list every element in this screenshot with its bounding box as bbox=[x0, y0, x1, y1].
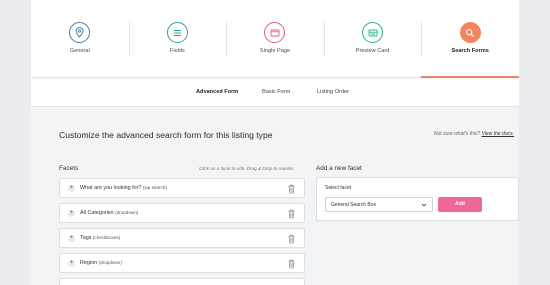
expand-icon[interactable]: + bbox=[68, 235, 75, 242]
facet-item[interactable]: + Tags (checkboxes) bbox=[59, 228, 305, 248]
step-label: Fields bbox=[169, 48, 185, 54]
facet-label: Tags (checkboxes) bbox=[80, 235, 121, 241]
form-tabs: Advanced Form Basic Form Listing Order bbox=[31, 79, 519, 107]
expand-icon[interactable]: + bbox=[68, 260, 75, 267]
facet-label: Region (dropdown) bbox=[80, 260, 122, 266]
card-icon bbox=[362, 22, 384, 43]
view-docs-link[interactable]: View the docs. bbox=[482, 131, 514, 137]
docs-note: Not sure what's this? View the docs. bbox=[434, 131, 514, 137]
tab-basic-form[interactable]: Basic Form bbox=[262, 89, 290, 95]
facet-select[interactable]: General Search Box bbox=[325, 197, 433, 212]
step-label: Preview Card bbox=[355, 48, 390, 54]
add-facet-button[interactable]: Add bbox=[438, 197, 482, 212]
tab-listing-order[interactable]: Listing Order bbox=[317, 89, 349, 95]
expand-icon[interactable]: + bbox=[68, 210, 75, 217]
trash-icon[interactable] bbox=[287, 259, 296, 269]
list-icon bbox=[166, 22, 188, 43]
trash-icon[interactable] bbox=[287, 234, 296, 244]
facet-item[interactable]: + All Categories (dropdown) bbox=[59, 203, 305, 223]
add-facet-panel: Select facet General Search Box Add bbox=[316, 177, 519, 221]
chevron-down-icon bbox=[421, 203, 427, 207]
facet-item[interactable]: + Region (dropdown) bbox=[59, 253, 305, 273]
docs-note-text: Not sure what's this? bbox=[433, 131, 481, 137]
facet-select-value: General Search Box bbox=[331, 202, 377, 208]
browser-window-icon bbox=[264, 22, 286, 43]
step-search-forms[interactable]: Search Forms bbox=[421, 0, 519, 78]
page-title: Customize the advanced search form for t… bbox=[59, 130, 273, 140]
expand-icon[interactable]: + bbox=[68, 185, 75, 192]
step-general[interactable]: General bbox=[31, 0, 129, 78]
facet-item[interactable]: + What are you looking for? (wp search) bbox=[59, 178, 305, 198]
select-facet-label: Select facet bbox=[325, 185, 352, 191]
steps-nav: General Fields Single Page Preview Card bbox=[31, 0, 519, 78]
facet-item[interactable] bbox=[59, 278, 305, 285]
step-single-page[interactable]: Single Page bbox=[226, 0, 324, 78]
facet-label: All Categories (dropdown) bbox=[80, 210, 139, 216]
search-icon bbox=[459, 22, 481, 43]
facets-hint: Click on a facet to edit. Drag & Drop to… bbox=[199, 166, 295, 171]
trash-icon[interactable] bbox=[287, 209, 296, 219]
step-preview-card[interactable]: Preview Card bbox=[324, 0, 422, 78]
listing-type-editor: General Fields Single Page Preview Card bbox=[31, 0, 519, 285]
active-step-indicator bbox=[421, 76, 519, 78]
step-fields[interactable]: Fields bbox=[129, 0, 227, 78]
step-label: General bbox=[69, 48, 90, 54]
step-label: Single Page bbox=[259, 48, 291, 54]
step-label: Search Forms bbox=[451, 48, 489, 54]
tab-advanced-form[interactable]: Advanced Form bbox=[196, 89, 238, 95]
facet-label: What are you looking for? (wp search) bbox=[80, 185, 167, 191]
trash-icon[interactable] bbox=[287, 184, 296, 194]
facets-title: Facets bbox=[59, 165, 79, 172]
add-facet-title: Add a new facet bbox=[316, 165, 362, 172]
location-pin-icon bbox=[69, 22, 91, 43]
